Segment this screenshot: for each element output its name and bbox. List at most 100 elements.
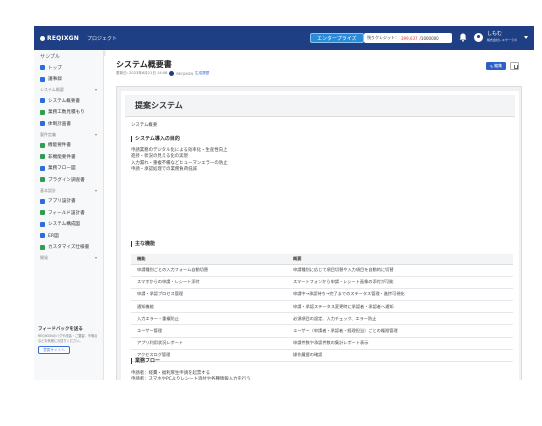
- doc-meta: 更新日: 2023年6月21日 14:08 REQIXGN 生成履歴: [116, 71, 209, 76]
- sidebar-section-header[interactable]: システム概要: [34, 85, 103, 95]
- sidebar-section-header[interactable]: 開発: [34, 253, 103, 263]
- chevron-down-icon[interactable]: [524, 36, 528, 39]
- system-name: システム概要: [131, 123, 158, 128]
- summary-cell: ユーザー（申請者・承認者・経理担当）ごとの権限管理: [287, 324, 513, 338]
- summary-cell: 申請・承認ステータス変更時に承認者・承認者へ通知: [287, 300, 513, 314]
- sidebar-section-header[interactable]: 基本設計: [34, 186, 103, 196]
- sidebar-item[interactable]: システム概要書: [34, 95, 103, 107]
- grid-icon: [40, 210, 45, 216]
- credit-total: /1000000: [419, 35, 439, 41]
- feature-cell: ユーザー管理: [131, 324, 287, 338]
- flow-icon: [40, 233, 45, 239]
- bell-icon[interactable]: [459, 33, 467, 42]
- logo-text: REQIXGN: [47, 34, 80, 42]
- sidebar-item[interactable]: 業務フロー図: [34, 163, 103, 175]
- grid-icon: [40, 109, 45, 115]
- history-link[interactable]: 生成履歴: [195, 71, 209, 76]
- sidebar-item[interactable]: トップ: [34, 62, 103, 74]
- sidebar-item-label: ER図: [48, 233, 59, 239]
- sidebar-item[interactable]: 議事録: [34, 74, 103, 86]
- sidebar-item[interactable]: 体制計画書: [34, 118, 103, 130]
- home-icon: [40, 65, 45, 71]
- sidebar-collapse-handle[interactable]: ⋮: [102, 51, 108, 60]
- sidebar-item[interactable]: システム構成図: [34, 219, 103, 231]
- sidebar-item-label: トップ: [48, 65, 62, 71]
- sidebar-item-label: 体制計画書: [48, 121, 71, 127]
- sidebar-item-label: 議事録: [48, 77, 62, 83]
- feedback-button[interactable]: 意見サイトへ: [38, 346, 70, 354]
- meta-updated: 更新日: 2023年6月21日 14:08: [116, 71, 168, 75]
- main-content: システム概要書 更新日: 2023年6月21日 14:08 REQIXGN 生成…: [110, 50, 534, 380]
- summary-cell: 操作履歴の確認: [287, 349, 513, 363]
- doc-heading: 提案システム: [125, 95, 515, 117]
- top-header: REQIXGN プロジェクト エンタープライズ 残りクレジット： 399,037…: [34, 26, 534, 50]
- sidebar-section-title: 開発: [40, 255, 48, 260]
- sidebar-item[interactable]: ER図: [34, 230, 103, 242]
- table-row: スマホからの申請・レシート添付 スマートフォンから申請・レシート画像の添付が可能: [131, 276, 513, 289]
- feedback-title: フィードバックを送る: [38, 327, 83, 332]
- meta-user-avatar: [169, 71, 175, 76]
- feature-cell: アプリ利用状況レポート: [131, 337, 287, 350]
- table-row: 入力エラー・重複防止 必須項目の設定、入力チェック、エラー防止: [131, 312, 513, 326]
- feature-cell: 通知機能: [131, 300, 287, 314]
- sidebar-item-label: 機能要件書: [48, 143, 71, 149]
- credit-label: 残りクレジット：: [367, 35, 399, 40]
- sidebar-item-label: システム概要書: [48, 98, 81, 104]
- table-row: アクセスログ管理 操作履歴の確認: [131, 349, 513, 363]
- document-viewer: 提案システム システム概要 システム導入の目的 申請業務のデジタル化による効率化…: [116, 86, 522, 380]
- sidebar-section-title: 要件定義: [40, 131, 56, 137]
- pencil-icon: ✎: [489, 63, 494, 69]
- flow-item: 申請者：スマホやPCよりレシート添付や各種情報入力を行う: [131, 377, 251, 380]
- sidebar-item[interactable]: プラグイン調査書: [34, 174, 103, 186]
- sidebar-item[interactable]: 業務工数見積もり: [34, 107, 103, 119]
- feature-cell: 申請・承認プロセス管理: [131, 288, 287, 302]
- sidebar-item-label: 非機能要件書: [48, 154, 76, 160]
- sidebar-item-label: システム構成図: [48, 222, 81, 228]
- chevron-down-icon: [95, 257, 97, 259]
- logo-icon: [40, 35, 45, 41]
- minutes-icon: [40, 76, 45, 82]
- section-heading-flow: 業務フロー: [131, 358, 160, 364]
- doc-icon: [40, 198, 45, 204]
- chevron-down-icon: [95, 89, 97, 91]
- table-header-row: 機能 概要: [131, 254, 513, 265]
- table-header-summary: 概要: [287, 254, 513, 265]
- summary-cell: 申請種別に応じて項目切替や入力項目を自動的に切替: [287, 264, 513, 277]
- feedback-description: REQIXGNのバグや改善・ご要望、不明点などお気軽にお送りください。: [38, 334, 98, 343]
- features-table: 機能 概要 申請種別ごとの入力フォーム自動切替 申請種別に応じて項目切替や入力項目…: [131, 254, 513, 363]
- app-logo[interactable]: REQIXGN: [40, 35, 79, 42]
- credit-display: 残りクレジット： 399,037 /1000000: [364, 33, 452, 43]
- purpose-item: 申請・承認処理での業務負荷低減: [131, 167, 197, 173]
- feature-cell: 申請種別ごとの入力フォーム自動切替: [131, 264, 287, 277]
- grid-icon: [40, 177, 45, 183]
- avatar: [474, 32, 483, 42]
- people-icon: [40, 121, 45, 127]
- edit-button[interactable]: ✎ 編集: [486, 62, 506, 70]
- sidebar-item[interactable]: 機能要件書: [34, 140, 103, 152]
- sidebar: サンプル トップ議事録システム概要システム概要書 業務工数見積もり 体制計画書要件定…: [34, 50, 104, 380]
- table-row: ユーザー管理 ユーザー（申請者・承認者・経理担当）ごとの権限管理: [131, 324, 513, 338]
- sidebar-item[interactable]: カスタマイズ仕様書: [34, 242, 103, 254]
- section-heading-purpose: システム導入の目的: [131, 136, 180, 142]
- sidebar-item[interactable]: フィールド設計書: [34, 207, 103, 219]
- sidebar-item-label: フィールド設計書: [48, 210, 85, 216]
- summary-cell: 申請中→承認待ち→完了までのステータス管理・進捗可視化: [287, 288, 513, 302]
- summary-cell: スマートフォンから申請・レシート画像の添付が可能: [287, 276, 513, 289]
- credit-value: 399,037: [401, 35, 418, 41]
- sidebar-item[interactable]: 非機能要件書: [34, 151, 103, 163]
- table-row: アプリ利用状況レポート 申請件数や承認件数の集計レポート表示: [131, 337, 513, 350]
- sidebar-section-header[interactable]: 要件定義: [34, 130, 103, 140]
- flow-list: 申請者：経費・福利厚生申請を起票する 申請者：スマホやPCよりレシート添付や各種情…: [131, 371, 263, 380]
- sidebar-project-name: サンプル: [40, 53, 60, 60]
- feature-cell: スマホからの申請・レシート添付: [131, 276, 287, 289]
- user-menu[interactable]: しもむ 株式会社レキサーラボ: [474, 31, 517, 43]
- sidebar-item-label: プラグイン調査書: [48, 177, 85, 183]
- document-sheet: 提案システム システム概要 システム導入の目的 申請業務のデジタル化による効率化…: [121, 91, 519, 380]
- plan-badge[interactable]: エンタープライズ: [310, 33, 364, 43]
- sidebar-section-title: システム概要: [40, 87, 64, 92]
- sidebar-item-label: 業務工数見積もり: [48, 110, 85, 116]
- sidebar-item[interactable]: アプリ設計書: [34, 196, 103, 208]
- project-menu[interactable]: プロジェクト: [87, 35, 117, 42]
- sidebar-item-label: アプリ設計書: [48, 199, 76, 205]
- share-button[interactable]: [510, 62, 519, 70]
